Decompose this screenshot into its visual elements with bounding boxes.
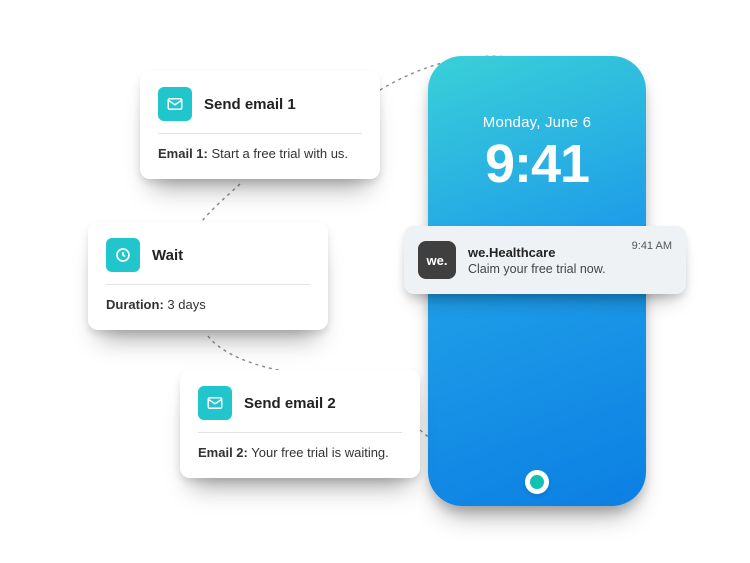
app-icon: we. — [418, 241, 456, 279]
card-title: Send email 2 — [244, 395, 336, 412]
card-title: Send email 1 — [204, 96, 296, 113]
notification-time: 9:41 AM — [632, 240, 672, 252]
detail-label: Email 1: — [158, 146, 208, 161]
detail-label: Email 2: — [198, 445, 248, 460]
email-icon — [198, 386, 232, 420]
clock-icon — [106, 238, 140, 272]
email-icon — [158, 87, 192, 121]
detail-value: 3 days — [167, 297, 205, 312]
card-detail: Duration: 3 days — [106, 297, 310, 312]
detail-value: Start a free trial with us. — [211, 146, 348, 161]
home-indicator-icon — [525, 470, 549, 494]
notification-message: Claim your free trial now. — [468, 262, 620, 276]
card-header: Send email 2 — [198, 386, 402, 433]
phone-time: 9:41 — [428, 137, 646, 191]
workflow-step-wait[interactable]: Wait Duration: 3 days — [88, 222, 328, 330]
push-notification[interactable]: we. we.Healthcare Claim your free trial … — [404, 226, 686, 294]
notification-app-name: we.Healthcare — [468, 245, 620, 260]
card-detail: Email 2: Your free trial is waiting. — [198, 445, 402, 460]
phone-date: Monday, June 6 — [428, 114, 646, 131]
card-header: Send email 1 — [158, 87, 362, 134]
card-header: Wait — [106, 238, 310, 285]
detail-label: Duration: — [106, 297, 164, 312]
workflow-step-send-email-2[interactable]: Send email 2 Email 2: Your free trial is… — [180, 370, 420, 478]
notification-body: we.Healthcare Claim your free trial now. — [468, 245, 620, 276]
card-detail: Email 1: Start a free trial with us. — [158, 146, 362, 161]
card-title: Wait — [152, 247, 183, 264]
detail-value: Your free trial is waiting. — [251, 445, 389, 460]
workflow-step-send-email-1[interactable]: Send email 1 Email 1: Start a free trial… — [140, 71, 380, 179]
